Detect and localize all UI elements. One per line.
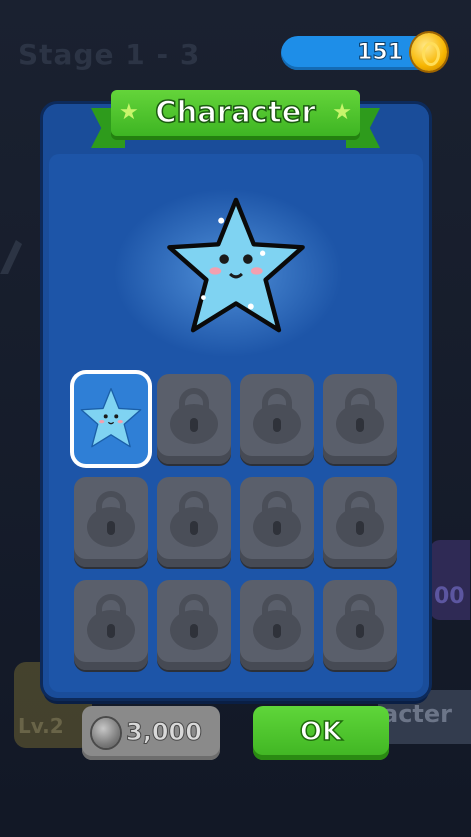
character-slot-locked[interactable] xyxy=(240,374,314,464)
dialog-title: Character xyxy=(155,94,317,130)
character-slot-locked[interactable] xyxy=(240,477,314,567)
background-character-text: acter xyxy=(382,700,453,728)
background-purple-text: 00 xyxy=(434,584,465,609)
character-slot-locked[interactable] xyxy=(323,374,397,464)
background-purple-button: 00 xyxy=(430,540,470,620)
character-slot-locked[interactable] xyxy=(323,580,397,670)
unlock-price-button[interactable]: 3,000 xyxy=(82,706,220,760)
character-slot-locked[interactable] xyxy=(240,580,314,670)
character-slot-selected[interactable] xyxy=(74,374,148,464)
ok-label: OK xyxy=(299,716,343,748)
coin-count: 151 xyxy=(357,40,404,66)
stage-label: Stage 1 - 3 xyxy=(18,38,201,71)
blue-star-character-icon xyxy=(167,197,305,333)
unlock-price: 3,000 xyxy=(126,718,203,747)
character-slot-locked[interactable] xyxy=(74,477,148,567)
background-character-button: acter xyxy=(378,690,471,744)
blue-star-character-icon xyxy=(80,387,142,448)
ok-button[interactable]: OK xyxy=(253,706,389,760)
character-slot-locked[interactable] xyxy=(157,477,231,567)
character-slot-locked[interactable] xyxy=(157,374,231,464)
gold-coin-icon xyxy=(411,33,447,71)
character-slot-locked[interactable] xyxy=(323,477,397,567)
silver-coin-icon xyxy=(92,718,120,748)
character-slot-locked[interactable] xyxy=(157,580,231,670)
level-label: Lv.2 xyxy=(18,714,64,738)
character-slot-locked[interactable] xyxy=(74,580,148,670)
dialog-title-ribbon: ★ ★ Character xyxy=(91,90,380,148)
